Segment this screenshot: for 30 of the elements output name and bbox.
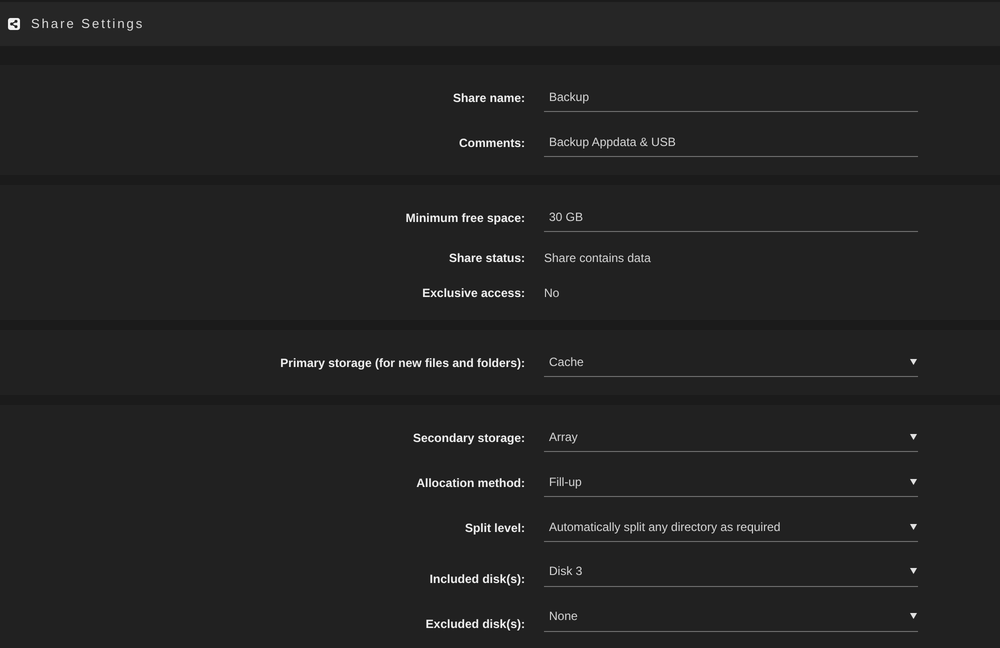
dropdown[interactable]: Disk 3 [544, 558, 918, 587]
caret-icon [910, 613, 917, 619]
field-label: Allocation method: [415, 474, 525, 490]
field-label: Share status: [448, 250, 525, 266]
text-field[interactable]: Backup [544, 83, 918, 112]
caret-icon [910, 359, 917, 365]
dropdown[interactable]: Cache [544, 348, 918, 377]
field-label: Comments: [458, 134, 525, 150]
text-field[interactable]: 30 GB [544, 203, 918, 232]
field-label: Minimum free space: [404, 210, 525, 226]
field-label: Secondary storage: [412, 430, 525, 446]
field-label: Share name: [452, 90, 525, 106]
dropdown[interactable]: Array [544, 423, 918, 452]
caret-icon [910, 524, 917, 530]
page-title: Share Settings [31, 15, 144, 34]
dropdown[interactable]: Automatically split any directory as required [544, 513, 918, 542]
status-text: No [544, 284, 560, 302]
dropdown[interactable]: Fill-up [544, 468, 918, 497]
field-label: Included disk(s): [428, 571, 525, 587]
caret-icon [910, 434, 917, 440]
field-label: Primary storage (for new files and folders): [279, 354, 525, 370]
field-label: Exclusive access: [421, 284, 525, 300]
dropdown[interactable]: None [544, 603, 918, 632]
caret-icon [910, 479, 917, 485]
share-icon [8, 18, 20, 30]
field-label: Excluded disk(s): [424, 616, 525, 632]
status-text: Share contains data [544, 250, 652, 266]
field-label: Split level: [464, 520, 525, 536]
caret-icon [910, 568, 917, 574]
text-field[interactable]: Backup Appdata & USB [544, 128, 918, 157]
